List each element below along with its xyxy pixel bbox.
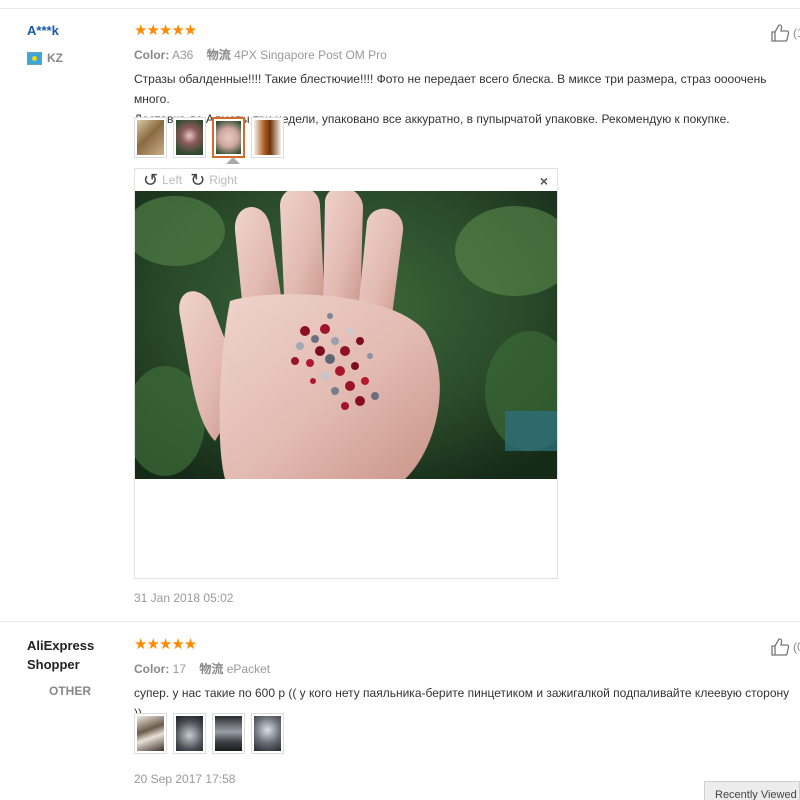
color-label: Color: (134, 48, 170, 62)
photo-thumbnail[interactable] (173, 117, 206, 158)
review-photos (134, 117, 284, 158)
reviewer-country: OTHER (49, 684, 91, 698)
review-date: 20 Sep 2017 17:58 (134, 772, 236, 786)
review-photos (134, 713, 284, 754)
review-divider (0, 621, 800, 622)
rating-stars: ★★★★★ (134, 636, 197, 653)
reviewer-name-line: Shopper (27, 657, 80, 672)
review-photo-large (135, 191, 557, 479)
photo-thumbnail[interactable] (251, 713, 284, 754)
photo-thumbnail[interactable] (251, 117, 284, 158)
like-count: (0 (793, 640, 800, 654)
rotate-right-button[interactable]: Right (209, 173, 237, 187)
close-icon[interactable]: × (540, 173, 548, 189)
color-label: Color: (134, 662, 170, 676)
reviewer-name-line: AliExpress (27, 638, 95, 653)
like-count: (1 (793, 26, 800, 40)
photo-thumbnail[interactable] (134, 117, 167, 158)
country-code: KZ (47, 51, 63, 65)
top-divider (0, 8, 800, 9)
reviewer-name: AliExpress Shopper (27, 636, 94, 674)
photo-thumbnail[interactable] (134, 713, 167, 754)
rotate-left-button[interactable]: Left (162, 173, 182, 187)
shipping-value: 4PX Singapore Post OM Pro (234, 48, 387, 62)
review-meta: Color: 17 物流 ePacket (134, 660, 270, 677)
shipping-label: 物流 (199, 662, 224, 676)
rotate-left-icon[interactable]: ↺ (143, 171, 158, 189)
selected-photo-pointer (226, 157, 240, 164)
color-value: 17 (172, 662, 187, 676)
viewer-toolbar: ↺ Left ↻ Right (143, 171, 237, 189)
photo-thumbnail[interactable] (212, 117, 245, 158)
shipping-value: ePacket (226, 662, 271, 676)
review-date: 31 Jan 2018 05:02 (134, 591, 234, 605)
review-meta: Color: A36 物流 4PX Singapore Post OM Pro (134, 46, 387, 63)
like-button[interactable]: (0 (770, 637, 800, 657)
color-value: A36 (172, 48, 194, 62)
photo-thumbnail[interactable] (212, 713, 245, 754)
reviewer-country: KZ (27, 51, 63, 65)
recently-viewed-tab[interactable]: Recently Viewed (704, 781, 800, 800)
reviewer-name[interactable]: A***k (27, 23, 59, 38)
thumbs-up-icon[interactable] (770, 637, 790, 657)
photo-viewer: ↺ Left ↻ Right × (134, 168, 558, 579)
thumbs-up-icon[interactable] (770, 23, 790, 43)
like-button[interactable]: (1 (770, 23, 800, 43)
photo-thumbnail[interactable] (173, 713, 206, 754)
shipping-label: 物流 (206, 48, 231, 62)
kz-flag-icon (27, 51, 42, 65)
rating-stars: ★★★★★ (134, 22, 197, 39)
review-text-line: Стразы обалденные!!!! Такие блестючие!!!… (134, 72, 767, 106)
rotate-right-icon[interactable]: ↻ (190, 171, 205, 189)
